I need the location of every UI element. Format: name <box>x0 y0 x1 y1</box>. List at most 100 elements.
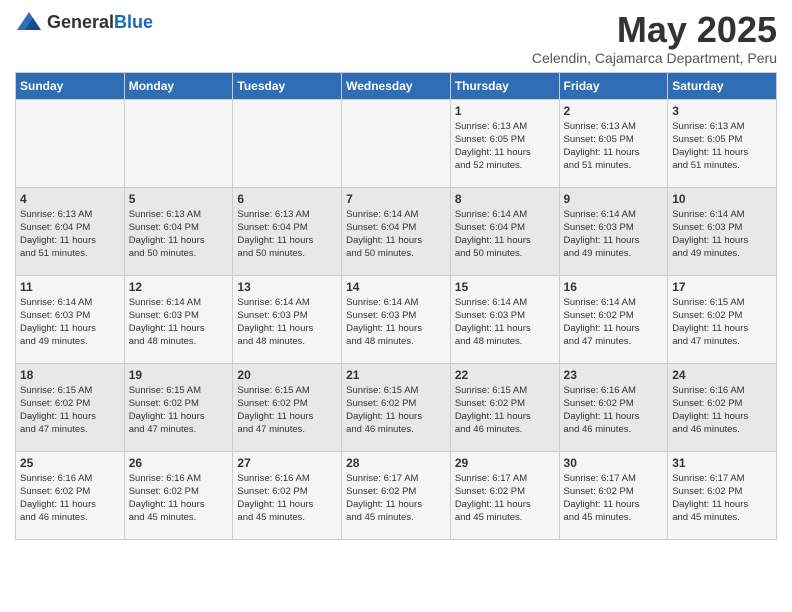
calendar-cell: 17 Sunrise: 6:15 AM Sunset: 6:02 PM Dayli… <box>668 275 777 363</box>
day-number: 20 <box>237 368 337 382</box>
day-info: Sunrise: 6:16 AM Sunset: 6:02 PM Dayligh… <box>564 384 664 437</box>
calendar-cell: 25 Sunrise: 6:16 AM Sunset: 6:02 PM Dayli… <box>16 451 125 539</box>
location-subtitle: Celendin, Cajamarca Department, Peru <box>532 50 777 66</box>
day-number: 3 <box>672 104 772 118</box>
day-info: Sunrise: 6:13 AM Sunset: 6:05 PM Dayligh… <box>455 120 555 173</box>
calendar-week-3: 11 Sunrise: 6:14 AM Sunset: 6:03 PM Dayli… <box>16 275 777 363</box>
day-number: 18 <box>20 368 120 382</box>
day-number: 30 <box>564 456 664 470</box>
day-info: Sunrise: 6:13 AM Sunset: 6:05 PM Dayligh… <box>672 120 772 173</box>
calendar-cell: 30 Sunrise: 6:17 AM Sunset: 6:02 PM Dayli… <box>559 451 668 539</box>
weekday-header-thursday: Thursday <box>450 72 559 99</box>
logo: GeneralBlue <box>15 10 153 34</box>
day-info: Sunrise: 6:17 AM Sunset: 6:02 PM Dayligh… <box>672 472 772 525</box>
calendar-cell: 6Sunrise: 6:13 AM Sunset: 6:04 PM Daylig… <box>233 187 342 275</box>
calendar-cell: 18Sunrise: 6:15 AM Sunset: 6:02 PM Dayli… <box>16 363 125 451</box>
calendar-cell: 13 Sunrise: 6:14 AM Sunset: 6:03 PM Dayli… <box>233 275 342 363</box>
day-info: Sunrise: 6:14 AM Sunset: 6:03 PM Dayligh… <box>346 296 446 349</box>
day-info: Sunrise: 6:15 AM Sunset: 6:02 PM Dayligh… <box>346 384 446 437</box>
calendar-cell: 12 Sunrise: 6:14 AM Sunset: 6:03 PM Dayli… <box>124 275 233 363</box>
day-info: Sunrise: 6:14 AM Sunset: 6:03 PM Dayligh… <box>455 296 555 349</box>
day-number: 31 <box>672 456 772 470</box>
calendar-cell: 27 Sunrise: 6:16 AM Sunset: 6:02 PM Dayli… <box>233 451 342 539</box>
calendar-cell: 11 Sunrise: 6:14 AM Sunset: 6:03 PM Dayli… <box>16 275 125 363</box>
day-number: 25 <box>20 456 120 470</box>
day-info: Sunrise: 6:14 AM Sunset: 6:03 PM Dayligh… <box>20 296 120 349</box>
day-number: 14 <box>346 280 446 294</box>
calendar-cell <box>16 99 125 187</box>
day-number: 12 <box>129 280 229 294</box>
day-info: Sunrise: 6:15 AM Sunset: 6:02 PM Dayligh… <box>455 384 555 437</box>
day-number: 15 <box>455 280 555 294</box>
calendar-cell: 20Sunrise: 6:15 AM Sunset: 6:02 PM Dayli… <box>233 363 342 451</box>
calendar-week-4: 18 Sunrise: 6:15 AM Sunset: 6:02 PM Dayli… <box>16 363 777 451</box>
day-info: Sunrise: 6:14 AM Sunset: 6:04 PM Dayligh… <box>346 208 446 261</box>
calendar-cell: 9Sunrise: 6:14 AM Sunset: 6:03 PM Daylig… <box>559 187 668 275</box>
day-number: 2 <box>564 104 664 118</box>
day-number: 4 <box>20 192 120 206</box>
calendar-cell: 19Sunrise: 6:15 AM Sunset: 6:02 PM Dayli… <box>124 363 233 451</box>
weekday-header-tuesday: Tuesday <box>233 72 342 99</box>
calendar-cell <box>342 99 451 187</box>
calendar-week-2: 4 Sunrise: 6:13 AM Sunset: 6:04 PM Daylig… <box>16 187 777 275</box>
calendar-week-1: 1 Sunrise: 6:13 AM Sunset: 6:05 PM Daylig… <box>16 99 777 187</box>
day-number: 9 <box>564 192 664 206</box>
day-number: 29 <box>455 456 555 470</box>
day-info: Sunrise: 6:14 AM Sunset: 6:04 PM Dayligh… <box>455 208 555 261</box>
day-number: 5 <box>129 192 229 206</box>
day-number: 21 <box>346 368 446 382</box>
logo-icon <box>15 10 43 34</box>
calendar-cell: 15 Sunrise: 6:14 AM Sunset: 6:03 PM Dayli… <box>450 275 559 363</box>
day-info: Sunrise: 6:17 AM Sunset: 6:02 PM Dayligh… <box>564 472 664 525</box>
calendar-cell <box>124 99 233 187</box>
weekday-header-saturday: Saturday <box>668 72 777 99</box>
calendar-cell: 4 Sunrise: 6:13 AM Sunset: 6:04 PM Daylig… <box>16 187 125 275</box>
calendar-cell <box>233 99 342 187</box>
calendar-cell: 2 Sunrise: 6:13 AM Sunset: 6:05 PM Daylig… <box>559 99 668 187</box>
day-info: Sunrise: 6:16 AM Sunset: 6:02 PM Dayligh… <box>20 472 120 525</box>
calendar-cell: 26Sunrise: 6:16 AM Sunset: 6:02 PM Dayli… <box>124 451 233 539</box>
day-number: 26 <box>129 456 229 470</box>
day-info: Sunrise: 6:14 AM Sunset: 6:03 PM Dayligh… <box>129 296 229 349</box>
day-info: Sunrise: 6:14 AM Sunset: 6:02 PM Dayligh… <box>564 296 664 349</box>
day-info: Sunrise: 6:16 AM Sunset: 6:02 PM Dayligh… <box>672 384 772 437</box>
page-header: GeneralBlue May 2025 Celendin, Cajamarca… <box>15 10 777 66</box>
calendar-cell: 7 Sunrise: 6:14 AM Sunset: 6:04 PM Daylig… <box>342 187 451 275</box>
day-info: Sunrise: 6:13 AM Sunset: 6:04 PM Dayligh… <box>20 208 120 261</box>
calendar-cell: 1 Sunrise: 6:13 AM Sunset: 6:05 PM Daylig… <box>450 99 559 187</box>
calendar-table: SundayMondayTuesdayWednesdayThursdayFrid… <box>15 72 777 540</box>
calendar-cell: 24Sunrise: 6:16 AM Sunset: 6:02 PM Dayli… <box>668 363 777 451</box>
day-number: 7 <box>346 192 446 206</box>
calendar-cell: 31 Sunrise: 6:17 AM Sunset: 6:02 PM Dayli… <box>668 451 777 539</box>
day-number: 17 <box>672 280 772 294</box>
calendar-cell: 21 Sunrise: 6:15 AM Sunset: 6:02 PM Dayli… <box>342 363 451 451</box>
day-info: Sunrise: 6:17 AM Sunset: 6:02 PM Dayligh… <box>346 472 446 525</box>
calendar-header: SundayMondayTuesdayWednesdayThursdayFrid… <box>16 72 777 99</box>
weekday-header-friday: Friday <box>559 72 668 99</box>
calendar-week-5: 25 Sunrise: 6:16 AM Sunset: 6:02 PM Dayli… <box>16 451 777 539</box>
day-info: Sunrise: 6:14 AM Sunset: 6:03 PM Dayligh… <box>672 208 772 261</box>
day-number: 11 <box>20 280 120 294</box>
calendar-body: 1 Sunrise: 6:13 AM Sunset: 6:05 PM Daylig… <box>16 99 777 539</box>
weekday-header-sunday: Sunday <box>16 72 125 99</box>
day-number: 6 <box>237 192 337 206</box>
logo-general: General <box>47 12 114 32</box>
day-info: Sunrise: 6:16 AM Sunset: 6:02 PM Dayligh… <box>237 472 337 525</box>
calendar-cell: 8Sunrise: 6:14 AM Sunset: 6:04 PM Daylig… <box>450 187 559 275</box>
calendar-cell: 16Sunrise: 6:14 AM Sunset: 6:02 PM Dayli… <box>559 275 668 363</box>
day-info: Sunrise: 6:15 AM Sunset: 6:02 PM Dayligh… <box>672 296 772 349</box>
logo-blue: Blue <box>114 12 153 32</box>
calendar-cell: 28Sunrise: 6:17 AM Sunset: 6:02 PM Dayli… <box>342 451 451 539</box>
day-number: 27 <box>237 456 337 470</box>
title-block: May 2025 Celendin, Cajamarca Department,… <box>532 10 777 66</box>
calendar-cell: 5 Sunrise: 6:13 AM Sunset: 6:04 PM Daylig… <box>124 187 233 275</box>
day-info: Sunrise: 6:17 AM Sunset: 6:02 PM Dayligh… <box>455 472 555 525</box>
day-info: Sunrise: 6:14 AM Sunset: 6:03 PM Dayligh… <box>237 296 337 349</box>
day-info: Sunrise: 6:13 AM Sunset: 6:05 PM Dayligh… <box>564 120 664 173</box>
day-number: 13 <box>237 280 337 294</box>
month-title: May 2025 <box>532 10 777 50</box>
day-number: 1 <box>455 104 555 118</box>
calendar-cell: 29 Sunrise: 6:17 AM Sunset: 6:02 PM Dayli… <box>450 451 559 539</box>
day-info: Sunrise: 6:13 AM Sunset: 6:04 PM Dayligh… <box>129 208 229 261</box>
calendar-cell: 22Sunrise: 6:15 AM Sunset: 6:02 PM Dayli… <box>450 363 559 451</box>
